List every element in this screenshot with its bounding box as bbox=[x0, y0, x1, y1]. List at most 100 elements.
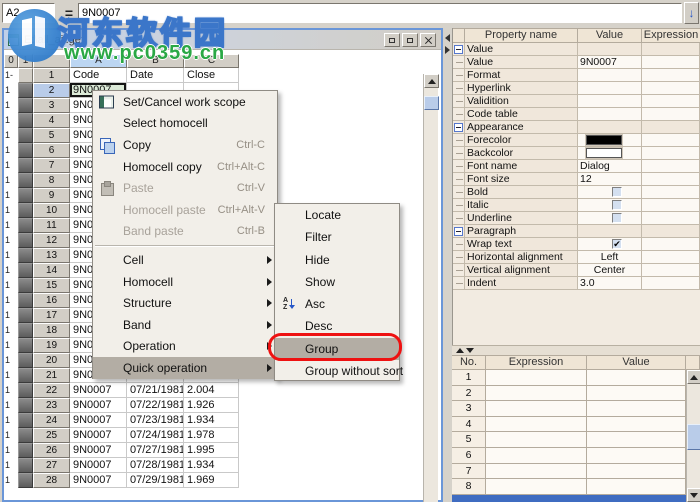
color-swatch[interactable] bbox=[586, 135, 622, 145]
cell-B24[interactable]: 07/23/1981 bbox=[127, 413, 184, 428]
cell-C25[interactable]: 1.978 bbox=[184, 428, 239, 443]
outline-level-cell[interactable]: 1 bbox=[4, 278, 18, 293]
row-number-button[interactable]: 18 bbox=[33, 323, 70, 338]
checkbox[interactable] bbox=[612, 200, 622, 210]
row-number-button[interactable]: 28 bbox=[33, 473, 70, 488]
property-value[interactable]: 9N0007 bbox=[578, 56, 642, 69]
row-number-button[interactable]: 26 bbox=[33, 443, 70, 458]
band-indicator[interactable] bbox=[18, 143, 33, 158]
property-value[interactable]: 12 bbox=[578, 173, 642, 186]
cell-C1[interactable]: Close bbox=[184, 68, 239, 83]
menu-item-paste[interactable]: PasteCtrl-V bbox=[93, 177, 277, 199]
value-cell[interactable] bbox=[587, 386, 686, 402]
cell-A27[interactable]: 9N0007 bbox=[70, 458, 127, 473]
property-name[interactable]: Underline bbox=[465, 212, 578, 225]
row-number-button[interactable]: 16 bbox=[33, 293, 70, 308]
cell-A23[interactable]: 9N0007 bbox=[70, 398, 127, 413]
band-indicator[interactable] bbox=[18, 218, 33, 233]
outline-level-cell[interactable]: 1 bbox=[4, 383, 18, 398]
row-number-button[interactable]: 14 bbox=[33, 263, 70, 278]
property-expression[interactable] bbox=[642, 251, 700, 264]
band-indicator[interactable] bbox=[18, 398, 33, 413]
formula-dropdown-button[interactable]: ↓ bbox=[684, 2, 699, 24]
band-indicator[interactable] bbox=[18, 158, 33, 173]
column-header-B[interactable]: B bbox=[127, 54, 184, 68]
property-expression[interactable] bbox=[642, 225, 700, 238]
outline-level-cell[interactable]: 1 bbox=[4, 428, 18, 443]
outline-level-cell[interactable]: 1 bbox=[4, 98, 18, 113]
property-value[interactable]: ✔ bbox=[578, 238, 642, 251]
value-cell[interactable] bbox=[587, 479, 686, 495]
submenu-item-hide[interactable]: Hide bbox=[275, 249, 399, 271]
menu-item-homocell-copy[interactable]: Homocell copyCtrl+Alt-C bbox=[93, 156, 277, 178]
row-number-button[interactable]: 21 bbox=[33, 368, 70, 383]
property-name[interactable]: Font name bbox=[465, 160, 578, 173]
property-value[interactable] bbox=[578, 186, 642, 199]
restore-button[interactable] bbox=[402, 33, 418, 47]
cell-C26[interactable]: 1.995 bbox=[184, 443, 239, 458]
submenu-item-group-without-sort[interactable]: Group without sort bbox=[275, 360, 399, 382]
menu-item-band-paste[interactable]: Band pasteCtrl-B bbox=[93, 221, 277, 243]
row-number-button[interactable]: 9 bbox=[33, 188, 70, 203]
outline-level-cell[interactable]: 1 bbox=[4, 353, 18, 368]
property-expression[interactable] bbox=[642, 264, 700, 277]
no-header[interactable]: No. bbox=[452, 355, 486, 370]
expression-cell[interactable] bbox=[486, 401, 587, 417]
row-number-button[interactable]: 2 bbox=[33, 83, 70, 98]
band-indicator[interactable] bbox=[18, 278, 33, 293]
property-expression[interactable] bbox=[642, 69, 700, 82]
property-expression[interactable] bbox=[642, 108, 700, 121]
property-value[interactable] bbox=[578, 121, 642, 134]
close-button[interactable] bbox=[420, 33, 436, 47]
property-expression[interactable] bbox=[642, 121, 700, 134]
property-value[interactable] bbox=[578, 225, 642, 238]
row-number-button[interactable]: 10 bbox=[33, 203, 70, 218]
row-number-button[interactable]: 25 bbox=[33, 428, 70, 443]
band-indicator[interactable] bbox=[18, 308, 33, 323]
submenu-item-group[interactable]: Group bbox=[275, 338, 399, 360]
expression-table-scrollbar[interactable] bbox=[686, 370, 700, 502]
expression-cell[interactable] bbox=[486, 479, 587, 495]
row-number-button[interactable]: 6 bbox=[33, 143, 70, 158]
cell-C24[interactable]: 1.934 bbox=[184, 413, 239, 428]
menu-item-set-cancel-work-scope[interactable]: Set/Cancel work scope bbox=[93, 91, 277, 113]
property-name[interactable]: Hyperlink bbox=[465, 82, 578, 95]
property-value[interactable] bbox=[578, 134, 642, 147]
row-number-button[interactable]: 13 bbox=[33, 248, 70, 263]
band-indicator[interactable] bbox=[18, 248, 33, 263]
property-expression[interactable] bbox=[642, 160, 700, 173]
property-expression[interactable] bbox=[642, 82, 700, 95]
expression-cell[interactable] bbox=[486, 386, 587, 402]
menu-item-structure[interactable]: Structure bbox=[93, 292, 277, 314]
row-number-button[interactable]: 15 bbox=[33, 278, 70, 293]
property-name-header[interactable]: Property name bbox=[465, 28, 578, 43]
menu-item-homocell-paste[interactable]: Homocell pasteCtrl+Alt-V bbox=[93, 199, 277, 221]
property-name[interactable]: Value bbox=[465, 43, 578, 56]
row-number-button[interactable]: 23 bbox=[33, 398, 70, 413]
property-expression[interactable] bbox=[642, 43, 700, 56]
outline-level-cell[interactable]: 1 bbox=[4, 458, 18, 473]
outline-level-cell[interactable]: 1 bbox=[4, 128, 18, 143]
outline-level-cell[interactable]: 1 bbox=[4, 398, 18, 413]
property-expression-header[interactable]: Expression bbox=[642, 28, 700, 43]
row-number-button[interactable]: 7 bbox=[33, 158, 70, 173]
column-header-A[interactable]: A bbox=[70, 54, 127, 68]
property-name[interactable]: Font size bbox=[465, 173, 578, 186]
cell-A22[interactable]: 9N0007 bbox=[70, 383, 127, 398]
menu-item-cell[interactable]: Cell bbox=[93, 249, 277, 271]
outline-level-cell[interactable]: 1 bbox=[4, 173, 18, 188]
row-number-button[interactable]: 19 bbox=[33, 338, 70, 353]
band-indicator[interactable] bbox=[18, 98, 33, 113]
band-indicator[interactable] bbox=[18, 443, 33, 458]
row-header-corner[interactable] bbox=[33, 54, 70, 68]
property-name[interactable]: Vertical alignment bbox=[465, 264, 578, 277]
outline-level-cell[interactable]: 1- bbox=[4, 68, 18, 83]
horizontal-splitter[interactable] bbox=[452, 345, 700, 355]
band-indicator[interactable] bbox=[18, 473, 33, 488]
row-number-button[interactable]: 17 bbox=[33, 308, 70, 323]
outline-level-cell[interactable]: 1 bbox=[4, 248, 18, 263]
cell-B23[interactable]: 07/22/1981 bbox=[127, 398, 184, 413]
row-number-button[interactable]: 11 bbox=[33, 218, 70, 233]
band-indicator[interactable] bbox=[18, 173, 33, 188]
expression-cell[interactable] bbox=[486, 432, 587, 448]
